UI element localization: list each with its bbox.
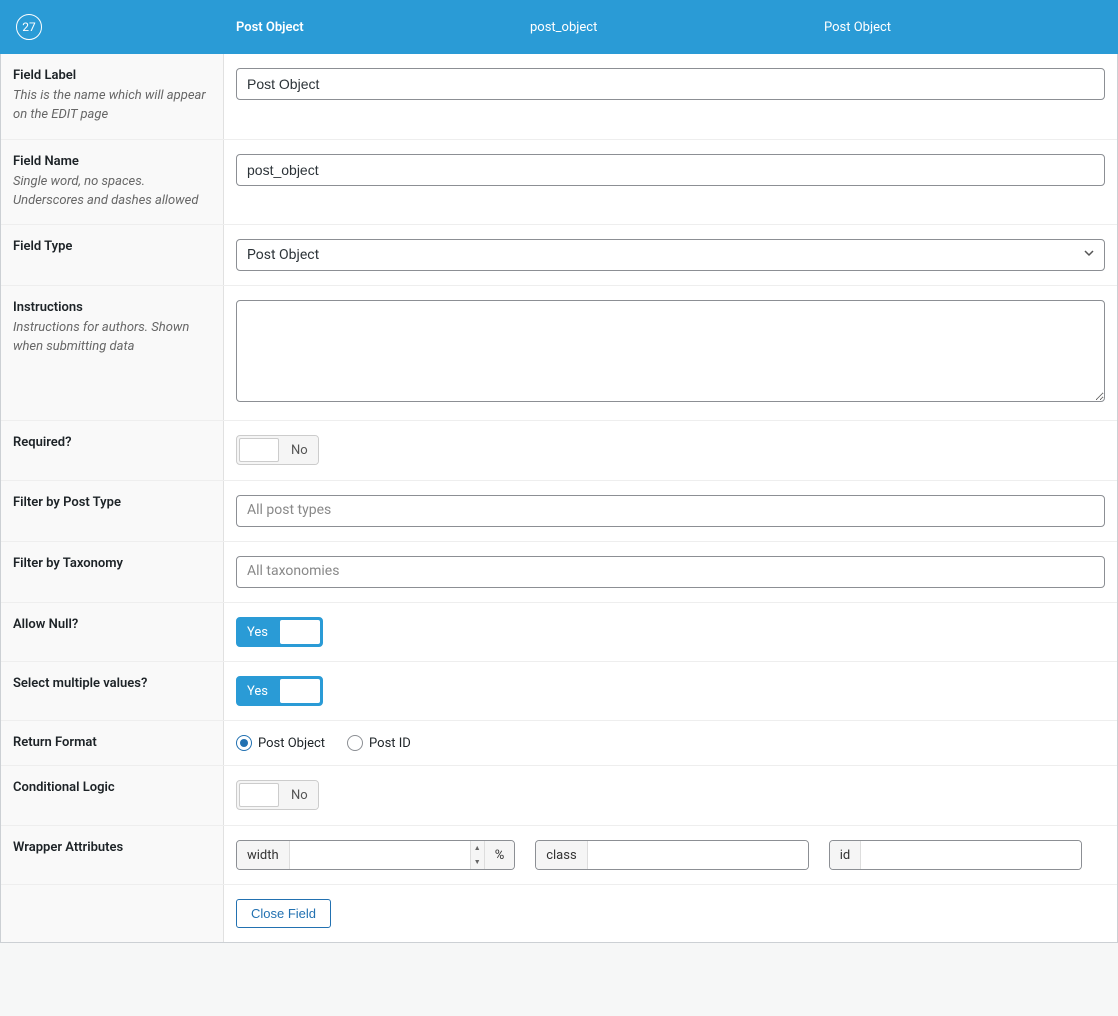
wrapper-id-input[interactable] xyxy=(861,841,1081,869)
filter-post-type-label: Filter by Post Type xyxy=(13,495,211,510)
field-name-label: Field Name xyxy=(13,154,211,169)
wrapper-attributes-label: Wrapper Attributes xyxy=(13,840,211,855)
wrapper-width-label: width xyxy=(237,841,290,869)
conditional-logic-toggle[interactable]: No xyxy=(236,780,319,810)
required-label: Required? xyxy=(13,435,211,450)
field-label-label: Field Label xyxy=(13,68,211,83)
instructions-label: Instructions xyxy=(13,300,211,315)
radio-icon xyxy=(236,735,252,751)
wrapper-id-label: id xyxy=(830,841,862,869)
allow-null-label: Allow Null? xyxy=(13,617,211,632)
field-header[interactable]: 27 Post Object post_object Post Object xyxy=(0,0,1118,54)
header-field-type: Post Object xyxy=(824,20,1118,35)
return-format-post-object[interactable]: Post Object xyxy=(236,735,325,751)
header-field-label: Post Object xyxy=(236,20,530,35)
wrapper-width-unit: % xyxy=(484,841,515,869)
filter-taxonomy-label: Filter by Taxonomy xyxy=(13,556,211,571)
field-name-desc: Single word, no spaces. Underscores and … xyxy=(13,173,211,211)
wrapper-class-label: class xyxy=(536,841,587,869)
wrapper-width-group: width ▲ ▼ % xyxy=(236,840,515,870)
instructions-textarea[interactable] xyxy=(236,300,1105,402)
wrapper-class-group: class xyxy=(535,840,808,870)
field-name-input[interactable] xyxy=(236,154,1105,186)
return-format-post-id[interactable]: Post ID xyxy=(347,735,411,751)
order-badge: 27 xyxy=(16,14,42,40)
required-toggle[interactable]: No xyxy=(236,435,319,465)
radio-icon xyxy=(347,735,363,751)
field-type-select[interactable]: Post Object xyxy=(236,239,1105,271)
filter-post-type-select[interactable]: All post types xyxy=(236,495,1105,527)
instructions-desc: Instructions for authors. Shown when sub… xyxy=(13,319,211,357)
close-field-button[interactable]: Close Field xyxy=(236,899,331,928)
wrapper-width-input[interactable] xyxy=(290,841,470,869)
number-spinner[interactable]: ▲ ▼ xyxy=(470,841,484,869)
field-label-desc: This is the name which will appear on th… xyxy=(13,87,211,125)
wrapper-class-input[interactable] xyxy=(588,841,808,869)
multiple-toggle[interactable]: Yes xyxy=(236,676,323,706)
return-format-label: Return Format xyxy=(13,735,211,750)
allow-null-toggle[interactable]: Yes xyxy=(236,617,323,647)
field-label-input[interactable] xyxy=(236,68,1105,100)
header-field-name: post_object xyxy=(530,20,824,35)
multiple-label: Select multiple values? xyxy=(13,676,211,691)
wrapper-id-group: id xyxy=(829,840,1083,870)
conditional-logic-label: Conditional Logic xyxy=(13,780,211,795)
field-type-label: Field Type xyxy=(13,239,211,254)
filter-taxonomy-select[interactable]: All taxonomies xyxy=(236,556,1105,588)
